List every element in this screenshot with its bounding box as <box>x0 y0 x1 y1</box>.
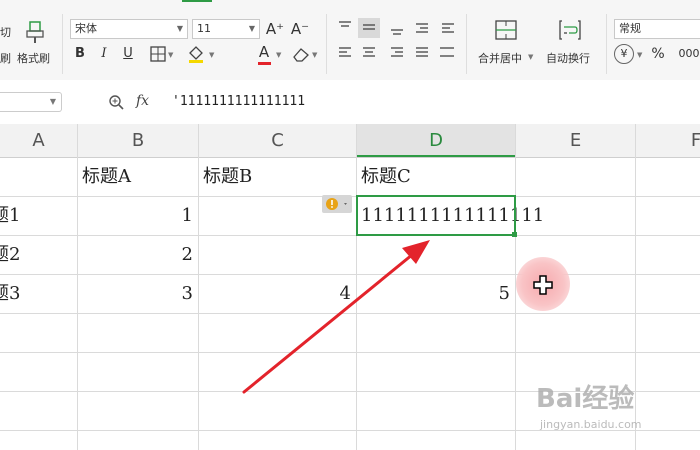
name-box[interactable]: ▼ <box>0 92 62 112</box>
active-tab-indicator <box>182 0 212 2</box>
eraser-icon[interactable] <box>292 46 310 62</box>
cell-b1[interactable]: 标题A <box>82 158 131 196</box>
col-header-c[interactable]: C <box>199 124 356 157</box>
col-header-d[interactable]: D <box>357 124 515 157</box>
cell-b4[interactable]: 3 <box>78 275 193 313</box>
cut-label[interactable]: 切 <box>0 24 11 40</box>
col-header-a[interactable]: A <box>0 124 77 157</box>
merge-center-label[interactable]: 合并居中 <box>478 50 522 66</box>
fill-handle[interactable] <box>512 232 517 237</box>
format-painter-label[interactable]: 格式刷 <box>17 50 50 66</box>
warning-icon[interactable] <box>322 195 352 213</box>
font-size-select[interactable]: 11 ▼ <box>192 19 260 39</box>
watermark-logo: Bai经验 <box>536 384 635 414</box>
watermark-url: jingyan.baidu.com <box>540 418 642 431</box>
increase-font-button[interactable]: A⁺ <box>265 19 285 39</box>
italic-button[interactable]: I <box>94 44 114 64</box>
fill-color-icon[interactable] <box>186 44 206 64</box>
zoom-icon[interactable] <box>108 94 124 110</box>
number-format-select[interactable]: 常规 <box>614 19 700 39</box>
align-icon[interactable] <box>336 18 496 70</box>
wrap-icon[interactable] <box>558 18 582 42</box>
ribbon-toolbar: 切 刷 格式刷 宋体▼ 11▼ A⁺ A⁻ B I U ▼ ▼ A ▼ ▼ <box>0 0 700 81</box>
cell-d1[interactable]: 标题C <box>361 158 411 196</box>
fx-label[interactable]: fx <box>136 93 149 109</box>
cell-a2[interactable]: 题1 <box>0 197 20 235</box>
move-cursor-icon <box>533 275 553 295</box>
currency-button[interactable]: ¥ <box>614 44 634 64</box>
copy-label[interactable]: 刷 <box>0 50 11 66</box>
cell-b2[interactable]: 1 <box>78 197 193 235</box>
column-header-bar: A B C D E F <box>0 124 700 158</box>
thousands-button[interactable]: 000 <box>676 44 700 64</box>
font-color-icon[interactable]: A <box>254 42 274 62</box>
font-name-select[interactable]: 宋体 ▼ <box>70 19 188 39</box>
cell-a3[interactable]: 题2 <box>0 236 20 274</box>
red-arrow <box>242 240 430 394</box>
bold-button[interactable]: B <box>70 44 90 64</box>
decrease-font-button[interactable]: A⁻ <box>290 19 310 39</box>
formula-bar <box>0 80 700 124</box>
percent-button[interactable]: % <box>648 44 668 64</box>
merge-icon[interactable] <box>494 18 518 42</box>
format-painter-icon[interactable] <box>24 20 46 44</box>
col-header-e[interactable]: E <box>516 124 635 157</box>
col-header-b[interactable]: B <box>78 124 198 157</box>
auto-wrap-label[interactable]: 自动换行 <box>546 50 590 66</box>
cell-a4[interactable]: 题3 <box>0 275 20 313</box>
cell-b3[interactable]: 2 <box>78 236 193 274</box>
formula-content[interactable]: '1111111111111111 <box>172 94 305 109</box>
col-header-f[interactable]: F <box>636 124 700 157</box>
border-icon[interactable] <box>150 46 166 62</box>
underline-button[interactable]: U <box>118 44 138 64</box>
cell-c1[interactable]: 标题B <box>203 158 252 196</box>
